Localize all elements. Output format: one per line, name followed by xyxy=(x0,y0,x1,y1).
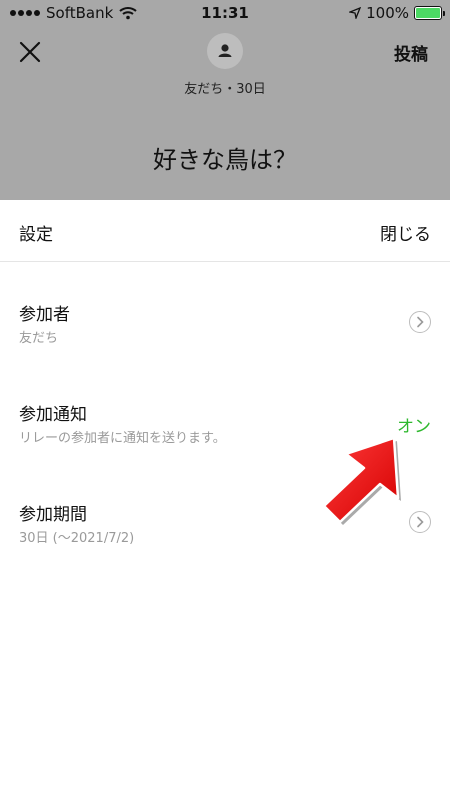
setting-row-participants[interactable]: 参加者 友だち xyxy=(0,300,450,390)
battery-percent: 100% xyxy=(366,4,409,22)
setting-title: 参加期間 xyxy=(19,505,87,525)
settings-title: 設定 xyxy=(19,225,53,245)
user-avatar-icon[interactable] xyxy=(207,33,243,69)
setting-title: 参加通知 xyxy=(19,405,87,425)
setting-subtitle: 友だち xyxy=(19,331,59,346)
relay-question-title: 好きな鳥は？ xyxy=(153,146,297,174)
post-button[interactable]: 投稿 xyxy=(394,40,428,65)
setting-subtitle: リレーの参加者に通知を送ります。 xyxy=(19,431,226,446)
settings-header: 設定 閉じる xyxy=(0,200,450,262)
location-arrow-icon xyxy=(349,7,362,19)
chevron-right-icon xyxy=(409,311,431,333)
audience-duration-label: 友だち・30日 xyxy=(184,82,266,97)
battery-icon xyxy=(414,6,445,20)
status-bar: SoftBank 11:31 100% xyxy=(0,0,450,26)
close-icon[interactable] xyxy=(16,38,44,66)
setting-title: 参加者 xyxy=(19,305,70,325)
pointer-arrow-icon xyxy=(322,436,401,525)
status-right: 100% xyxy=(349,4,445,22)
close-settings-button[interactable]: 閉じる xyxy=(380,220,431,245)
setting-subtitle: 30日 (〜2021/7/2) xyxy=(19,531,135,546)
